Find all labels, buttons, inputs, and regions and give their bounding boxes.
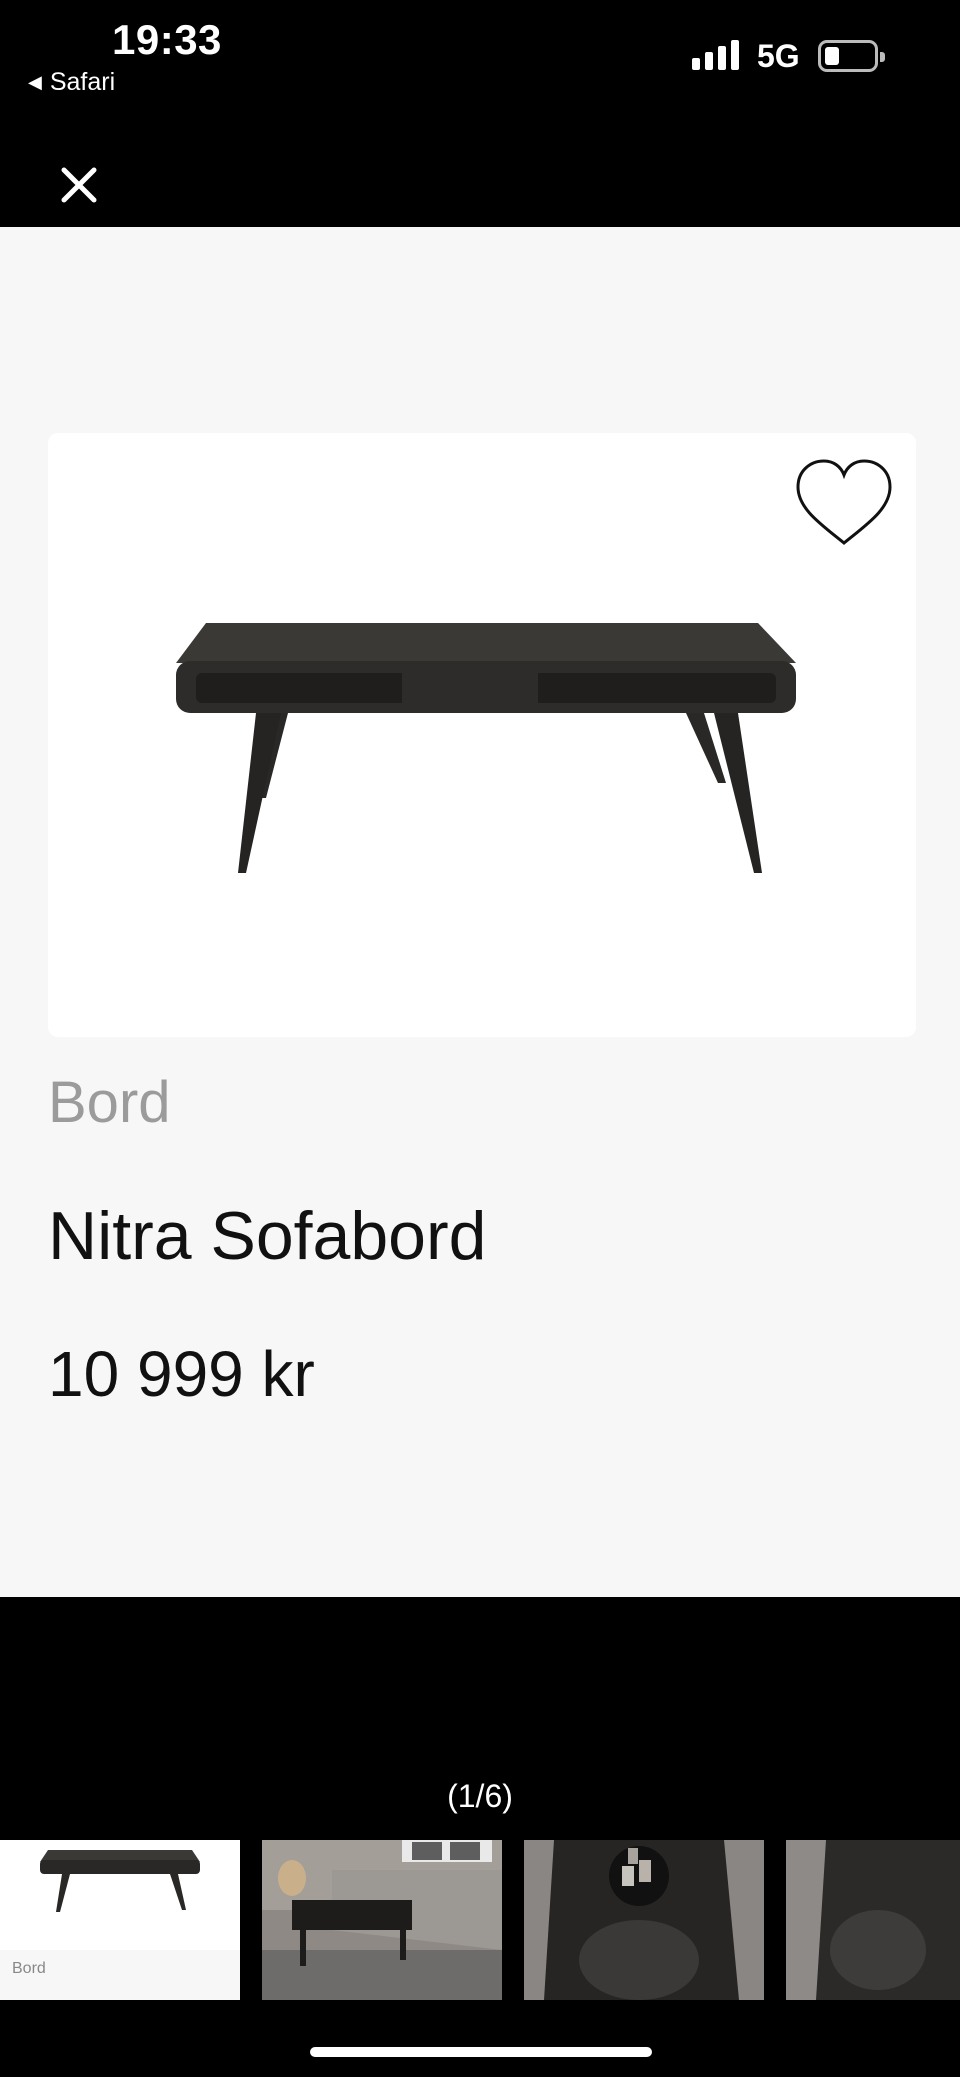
thumbnail-livingroom-image bbox=[262, 1840, 502, 2000]
thumbnail-strip[interactable]: Bord bbox=[0, 1840, 960, 2000]
thumbnail-3[interactable] bbox=[524, 1840, 764, 2000]
status-bar: 19:33 ◀ Safari 5G bbox=[0, 0, 960, 110]
favorite-button[interactable] bbox=[792, 457, 896, 549]
product-image bbox=[176, 623, 796, 873]
thumbnail-1[interactable]: Bord bbox=[0, 1840, 240, 2000]
signal-icon bbox=[692, 40, 739, 70]
modal-header bbox=[0, 110, 960, 227]
battery-icon bbox=[818, 40, 885, 72]
thumbnail-4[interactable] bbox=[786, 1840, 960, 2000]
product-category: Bord bbox=[48, 1070, 171, 1135]
product-price: 10 999 kr bbox=[48, 1338, 315, 1410]
product-image-card[interactable] bbox=[48, 433, 916, 1037]
heart-icon bbox=[796, 459, 892, 545]
close-button[interactable] bbox=[56, 162, 102, 208]
thumbnail-detail-image bbox=[524, 1840, 764, 2000]
thumbnail-caption: Bord bbox=[12, 1960, 46, 1977]
gallery-counter: (1/6) bbox=[447, 1778, 513, 1814]
clock: 19:33 bbox=[112, 16, 222, 63]
network-label: 5G bbox=[757, 38, 800, 74]
back-app-label: Safari bbox=[49, 68, 116, 96]
thumbnail-surface-image bbox=[786, 1840, 960, 2000]
back-triangle-icon: ◀ bbox=[28, 72, 42, 92]
product-title: Nitra Sofabord bbox=[48, 1198, 487, 1274]
home-indicator[interactable] bbox=[310, 2047, 652, 2057]
thumbnail-2[interactable] bbox=[262, 1840, 502, 2000]
back-to-safari[interactable]: ◀ Safari bbox=[28, 68, 115, 97]
close-icon bbox=[61, 167, 97, 203]
product-panel: Bord Nitra Sofabord 10 999 kr bbox=[0, 227, 960, 1597]
